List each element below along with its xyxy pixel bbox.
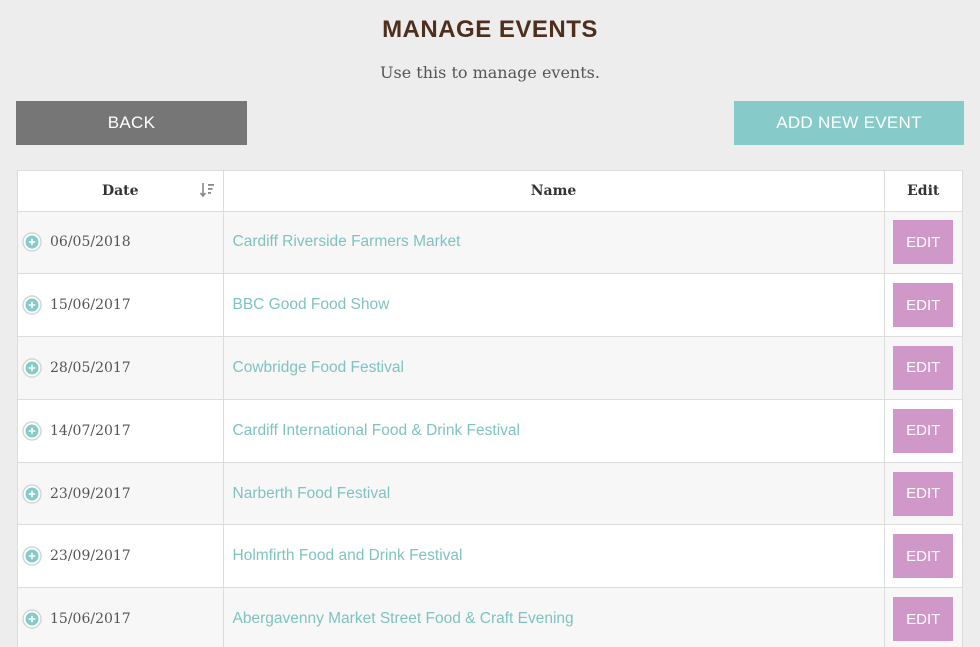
table-row: 06/05/2018 Cardiff Riverside Farmers Mark… bbox=[18, 211, 962, 275]
edit-cell: EDIT bbox=[884, 211, 962, 275]
event-name-link[interactable]: Cowbridge Food Festival bbox=[223, 336, 885, 400]
date-cell: 28/05/2017 bbox=[18, 336, 224, 400]
date-cell: 15/06/2017 bbox=[18, 587, 224, 647]
column-header-date[interactable]: Date bbox=[18, 171, 224, 212]
column-header-date-label: Date bbox=[101, 182, 139, 199]
expand-plus-icon[interactable] bbox=[22, 483, 42, 504]
event-name-link[interactable]: Narberth Food Festival bbox=[223, 462, 885, 526]
expand-plus-icon[interactable] bbox=[22, 358, 42, 378]
edit-cell: EDIT bbox=[884, 462, 962, 526]
date-cell: 23/09/2017 bbox=[18, 462, 224, 526]
event-date: 15/06/2017 bbox=[50, 611, 131, 628]
table-row: 14/07/2017 Cardiff International Food & D… bbox=[18, 399, 962, 463]
event-name-link[interactable]: Holmfirth Food and Drink Festival bbox=[223, 524, 885, 589]
table-row: 23/09/2017 Narberth Food Festival EDIT bbox=[18, 462, 962, 526]
sort-descending-icon[interactable] bbox=[199, 182, 215, 198]
event-name-link[interactable]: Abergavenny Market Street Food & Craft E… bbox=[223, 587, 885, 647]
date-cell: 23/09/2017 bbox=[18, 524, 224, 589]
edit-cell: EDIT bbox=[884, 399, 962, 463]
event-date: 28/05/2017 bbox=[50, 359, 131, 376]
event-date: 23/09/2017 bbox=[50, 485, 131, 502]
edit-button[interactable]: EDIT bbox=[893, 408, 954, 453]
expand-plus-icon[interactable] bbox=[22, 609, 42, 629]
edit-button[interactable]: EDIT bbox=[893, 597, 954, 642]
edit-cell: EDIT bbox=[884, 336, 962, 400]
date-cell: 06/05/2018 bbox=[18, 211, 224, 275]
add-new-event-button[interactable]: ADD NEW EVENT bbox=[734, 101, 964, 145]
event-date: 14/07/2017 bbox=[50, 422, 131, 439]
event-date: 23/09/2017 bbox=[50, 548, 131, 565]
edit-button[interactable]: EDIT bbox=[893, 283, 954, 328]
page-title: MANAGE EVENTS bbox=[382, 16, 598, 43]
table-row: 23/09/2017 Holmfirth Food and Drink Festi… bbox=[18, 524, 962, 589]
expand-plus-icon[interactable] bbox=[22, 421, 42, 441]
date-cell: 15/06/2017 bbox=[18, 273, 224, 338]
page-subtitle: Use this to manage events. bbox=[380, 63, 600, 82]
table-body: 06/05/2018 Cardiff Riverside Farmers Mark… bbox=[18, 211, 962, 647]
edit-cell: EDIT bbox=[884, 587, 962, 647]
event-date: 15/06/2017 bbox=[50, 297, 131, 314]
events-table: Date Name Edit 06/05/2018 Cardiff Riversi… bbox=[17, 170, 963, 647]
expand-plus-icon[interactable] bbox=[22, 232, 42, 253]
edit-button[interactable]: EDIT bbox=[893, 534, 954, 579]
edit-cell: EDIT bbox=[884, 524, 962, 589]
date-cell: 14/07/2017 bbox=[18, 399, 224, 463]
table-row: 15/06/2017 Abergavenny Market Street Food… bbox=[18, 587, 962, 647]
event-name-link[interactable]: Cardiff International Food & Drink Festi… bbox=[223, 399, 885, 463]
column-header-edit: Edit bbox=[884, 171, 962, 212]
expand-plus-icon[interactable] bbox=[22, 546, 42, 567]
table-row: 28/05/2017 Cowbridge Food Festival EDIT bbox=[18, 336, 962, 400]
table-row: 15/06/2017 BBC Good Food Show EDIT bbox=[18, 273, 962, 338]
back-button[interactable]: BACK bbox=[16, 101, 247, 145]
event-name-link[interactable]: BBC Good Food Show bbox=[223, 273, 885, 338]
event-name-link[interactable]: Cardiff Riverside Farmers Market bbox=[223, 211, 885, 275]
expand-plus-icon[interactable] bbox=[22, 295, 42, 315]
edit-button[interactable]: EDIT bbox=[893, 471, 954, 516]
edit-button[interactable]: EDIT bbox=[893, 220, 954, 265]
column-header-name[interactable]: Name bbox=[223, 171, 885, 212]
edit-cell: EDIT bbox=[884, 273, 962, 338]
table-header-row: Date Name Edit bbox=[18, 171, 962, 212]
event-date: 06/05/2018 bbox=[50, 234, 131, 251]
edit-button[interactable]: EDIT bbox=[893, 345, 954, 390]
